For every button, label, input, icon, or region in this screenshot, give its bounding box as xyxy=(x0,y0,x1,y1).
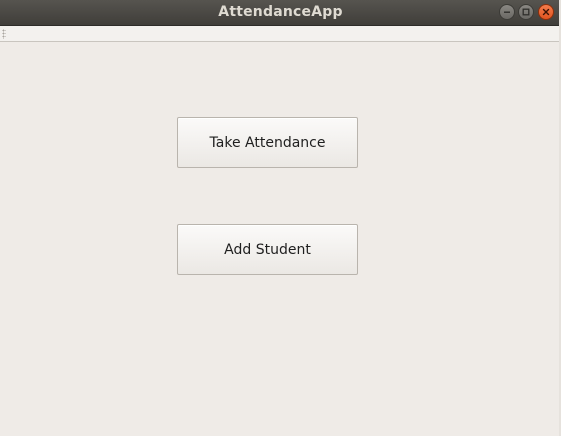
maximize-button[interactable] xyxy=(518,4,534,20)
menu-bar xyxy=(0,26,561,42)
window-title: AttendanceApp xyxy=(218,4,343,20)
app-window: AttendanceApp Take Attendance Add Studen… xyxy=(0,0,561,436)
title-bar[interactable]: AttendanceApp xyxy=(0,0,561,26)
menubar-grip-handle[interactable] xyxy=(2,29,6,39)
maximize-icon xyxy=(522,8,530,16)
main-content: Take Attendance Add Student xyxy=(0,42,561,436)
take-attendance-button[interactable]: Take Attendance xyxy=(177,117,358,168)
minimize-button[interactable] xyxy=(499,4,515,20)
close-button[interactable] xyxy=(538,4,554,20)
minimize-icon xyxy=(504,11,510,13)
close-icon xyxy=(542,8,550,16)
add-student-button[interactable]: Add Student xyxy=(177,224,358,275)
